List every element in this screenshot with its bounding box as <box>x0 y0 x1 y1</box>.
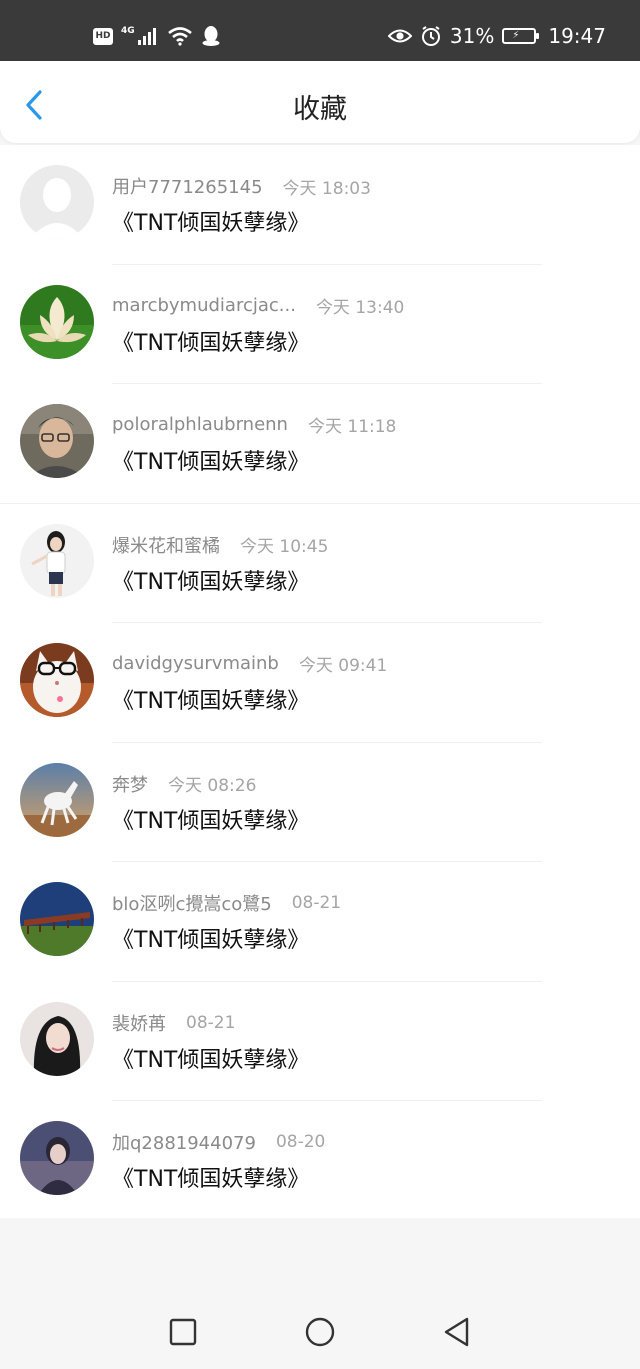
timestamp: 今天 08:26 <box>168 776 257 796</box>
item-meta: davidgysurvmainb 今天 09:41 <box>112 651 387 676</box>
timestamp: 今天 18:03 <box>282 178 371 199</box>
hd-icon: HD <box>93 27 113 45</box>
item-meta: 加q2881944079 08-20 <box>112 1129 325 1155</box>
home-button[interactable] <box>304 1316 336 1348</box>
home-icon <box>305 1317 335 1347</box>
list-item[interactable]: poloralphlaubrnenn 今天 11:18 《TNT倾国妖孽缘》 <box>0 384 640 504</box>
list-item[interactable]: 加q2881944079 08-20 《TNT倾国妖孽缘》 <box>0 1101 640 1221</box>
recent-apps-icon <box>169 1318 197 1346</box>
item-title[interactable]: 《TNT倾国妖孽缘》 <box>112 325 309 357</box>
man-glasses-avatar[interactable] <box>20 404 94 478</box>
page-title: 收藏 <box>293 94 347 125</box>
timestamp: 今天 11:18 <box>307 417 397 437</box>
item-meta: poloralphlaubrnenn 今天 11:18 <box>112 412 396 437</box>
lotus-avatar[interactable] <box>20 284 94 359</box>
item-title[interactable]: 《TNT倾国妖孽缘》 <box>112 564 309 596</box>
network-type-label: 4G <box>121 26 135 36</box>
username[interactable]: blo沤咧c攪嵩co鷺5 <box>112 890 272 916</box>
qq-icon <box>202 26 220 46</box>
username[interactable]: 裴娇苒 <box>112 1010 166 1036</box>
item-title[interactable]: 《TNT倾国妖孽缘》 <box>112 444 309 476</box>
eye-icon <box>387 29 412 43</box>
list-item[interactable]: 奔梦 今天 08:26 《TNT倾国妖孽缘》 <box>0 743 640 862</box>
username[interactable]: 加q2881944079 <box>112 1129 256 1155</box>
white-horse-avatar[interactable] <box>20 762 94 837</box>
timestamp: 08-20 <box>275 1132 326 1152</box>
list-item[interactable]: 用户7771265145 今天 18:03 《TNT倾国妖孽缘》 <box>0 145 640 265</box>
woman-portrait-avatar[interactable] <box>20 1001 94 1076</box>
list-item[interactable]: davidgysurvmainb 今天 09:41 《TNT倾国妖孽缘》 <box>0 623 640 743</box>
timestamp: 08-21 <box>186 1012 236 1033</box>
night-girl-avatar[interactable] <box>20 1121 94 1195</box>
status-bar: HD 4G 31% ⚡ 19:47 <box>0 0 640 61</box>
bridge-avatar[interactable] <box>20 882 94 956</box>
timestamp: 今天 09:41 <box>298 656 388 676</box>
timestamp: 今天 13:40 <box>315 297 405 318</box>
timestamp: 今天 10:45 <box>240 537 329 557</box>
item-meta: 用户7771265145 今天 18:03 <box>112 173 371 199</box>
username[interactable]: marcbymudiarcjac... <box>112 295 296 316</box>
item-meta: 爆米花和蜜橘 今天 10:45 <box>112 532 328 558</box>
cat-glasses-avatar[interactable] <box>20 643 94 717</box>
username[interactable]: 爆米花和蜜橘 <box>112 532 220 558</box>
status-left-icons: HD 4G <box>93 22 221 50</box>
username[interactable]: 奔梦 <box>112 771 148 797</box>
item-meta: blo沤咧c攪嵩co鷺5 08-21 <box>112 890 341 916</box>
item-title[interactable]: 《TNT倾国妖孽缘》 <box>112 1161 309 1193</box>
list-item[interactable]: marcbymudiarcjac... 今天 13:40 《TNT倾国妖孽缘》 <box>0 265 640 384</box>
item-title[interactable]: 《TNT倾国妖孽缘》 <box>112 922 309 954</box>
username[interactable]: poloralphlaubrnenn <box>112 414 288 435</box>
system-nav-bar <box>0 1298 640 1369</box>
battery-percent: 31% <box>449 24 495 48</box>
back-triangle-icon <box>444 1317 469 1347</box>
4g-signal-icon <box>137 28 156 45</box>
battery-icon: ⚡ <box>502 28 540 44</box>
back-nav-button[interactable] <box>440 1316 472 1348</box>
item-title[interactable]: 《TNT倾国妖孽缘》 <box>112 205 309 237</box>
username[interactable]: 用户7771265145 <box>112 173 263 199</box>
item-meta: 奔梦 今天 08:26 <box>112 771 256 797</box>
recent-apps-button[interactable] <box>167 1316 199 1348</box>
item-title[interactable]: 《TNT倾国妖孽缘》 <box>112 683 309 715</box>
list-item[interactable]: blo沤咧c攪嵩co鷺5 08-21 《TNT倾国妖孽缘》 <box>0 862 640 982</box>
girl-avatar[interactable] <box>20 523 94 598</box>
item-meta: marcbymudiarcjac... 今天 13:40 <box>112 293 404 318</box>
list-item[interactable]: 裴娇苒 08-21 《TNT倾国妖孽缘》 <box>0 982 640 1101</box>
default-avatar[interactable] <box>20 165 94 239</box>
list-item[interactable]: 爆米花和蜜橘 今天 10:45 《TNT倾国妖孽缘》 <box>0 504 640 623</box>
item-title[interactable]: 《TNT倾国妖孽缘》 <box>112 1042 309 1074</box>
favorites-list: 用户7771265145 今天 18:03 《TNT倾国妖孽缘》 marcbym… <box>0 145 640 1218</box>
timestamp: 08-21 <box>291 893 342 913</box>
username[interactable]: davidgysurvmainb <box>112 653 279 674</box>
status-right-icons: 31% ⚡ 19:47 <box>387 22 606 50</box>
alarm-icon <box>421 26 440 46</box>
clock-time: 19:47 <box>548 24 606 48</box>
top-nav-bar: 收藏 <box>0 61 640 143</box>
wifi-icon <box>167 27 192 46</box>
item-title[interactable]: 《TNT倾国妖孽缘》 <box>112 803 309 835</box>
item-meta: 裴娇苒 08-21 <box>112 1010 235 1036</box>
